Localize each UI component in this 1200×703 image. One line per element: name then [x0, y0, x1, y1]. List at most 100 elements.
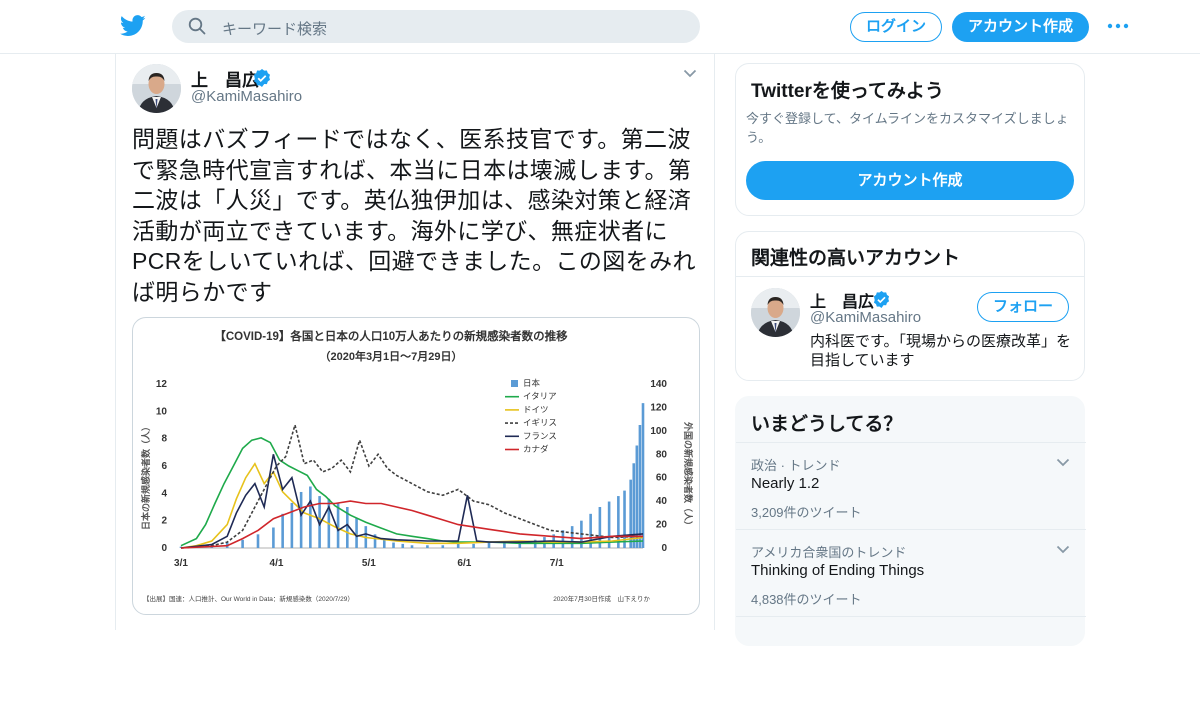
- chevron-down-icon[interactable]: [1056, 457, 1070, 467]
- trend-name[interactable]: Nearly 1.2: [751, 475, 819, 492]
- right-tick-label: 140: [650, 379, 667, 390]
- avatar[interactable]: [751, 288, 800, 337]
- right-tick-label: 0: [661, 543, 667, 554]
- x-tick-label: 6/1: [457, 558, 471, 569]
- related-account-handle[interactable]: @KamiMasahiro: [810, 309, 921, 326]
- trend-item[interactable]: アメリカ合衆国のトレンド Thinking of Ending Things 4…: [736, 529, 1086, 616]
- top-navigation-bar: キーワード検索 ログイン アカウント作成: [0, 0, 1200, 54]
- related-card-title: 関連性の高いアカウント: [751, 248, 961, 269]
- left-tick-label: 4: [161, 488, 167, 499]
- bar-japan: [487, 542, 491, 548]
- try-card-description: 今すぐ登録して、タイムラインをカスタマイズしましょう。: [746, 111, 1069, 145]
- search-input-placeholder[interactable]: キーワード検索: [222, 18, 327, 39]
- more-dots-icon[interactable]: [1106, 20, 1130, 32]
- bar-japan: [410, 545, 414, 548]
- legend-label: フランス: [523, 431, 557, 441]
- chart-source: 【出展】国連：人口推計、Our World in Data：新規感染数（2020…: [143, 594, 354, 603]
- search-icon: [188, 17, 206, 35]
- legend-label: ドイツ: [523, 404, 549, 414]
- create-account-button[interactable]: アカウント作成: [746, 161, 1074, 200]
- line-series-イタリア: [180, 437, 644, 547]
- left-axis-label: 日本の新規感染者数（人）: [140, 422, 151, 530]
- trend-context: アメリカ合衆国のトレンド: [751, 545, 907, 560]
- chevron-down-icon[interactable]: [1056, 544, 1070, 554]
- person-photo-icon: [751, 288, 800, 337]
- person-photo-icon: [132, 64, 181, 113]
- bar-japan: [256, 534, 260, 548]
- left-tick-label: 8: [161, 434, 167, 445]
- x-tick-label: 7/1: [550, 558, 564, 569]
- bar-japan: [561, 530, 565, 548]
- trend-item[interactable]: [736, 616, 1086, 703]
- bar-japan: [336, 502, 340, 548]
- bar-japan: [355, 517, 358, 548]
- bar-japan: [309, 486, 312, 548]
- legend-label: 日本: [523, 378, 541, 388]
- bar-japan: [441, 545, 445, 548]
- x-tick-label: 5/1: [362, 558, 376, 569]
- chevron-down-icon[interactable]: [683, 68, 697, 78]
- x-tick-label: 3/1: [174, 558, 188, 569]
- verified-badge-icon: [254, 69, 270, 87]
- bar-japan: [456, 543, 460, 548]
- bar-japan: [426, 545, 429, 548]
- trends-card-title: いまどうしてる？: [751, 414, 903, 435]
- search-box[interactable]: キーワード検索: [172, 10, 700, 43]
- bar-japan: [635, 445, 639, 548]
- left-tick-label: 10: [156, 406, 168, 417]
- right-tick-label: 100: [650, 426, 667, 437]
- bar-japan: [281, 513, 284, 548]
- right-tick-label: 80: [656, 449, 668, 460]
- bar-japan: [272, 527, 275, 548]
- left-tick-label: 6: [161, 461, 167, 472]
- trend-name[interactable]: Thinking of Ending Things: [751, 562, 924, 579]
- tweet-media-chart[interactable]: 【COVID-19】各国と日本の人口10万人あたりの新規感染者数の推移 （202…: [132, 317, 700, 615]
- bar-japan: [382, 539, 386, 548]
- left-tick-label: 12: [156, 379, 168, 390]
- avatar[interactable]: [132, 64, 181, 113]
- related-account-bio: 内科医です。「現場からの医療改革」を目指しています: [810, 333, 1072, 369]
- bar-japan: [629, 479, 632, 548]
- login-button[interactable]: ログイン: [850, 12, 942, 42]
- try-card-title: Twitterを使ってみよう: [751, 81, 944, 102]
- right-tick-label: 60: [656, 473, 668, 484]
- related-accounts-card: 関連性の高いアカウント 上 昌広 @KamiMasahiro フォロー 内科医で…: [735, 231, 1085, 381]
- follow-button[interactable]: フォロー: [977, 292, 1069, 322]
- left-tick-label: 2: [161, 516, 167, 527]
- right-axis-label: 外国の新規感染者数（人）: [683, 421, 694, 530]
- chart-title: 【COVID-19】各国と日本の人口10万人あたりの新規感染者数の推移: [214, 329, 568, 343]
- right-tick-label: 40: [656, 496, 668, 507]
- line-series-イギリス: [180, 421, 644, 549]
- signup-button[interactable]: アカウント作成: [952, 12, 1089, 42]
- chart-subtitle: （2020年3月1日～7月29日）: [319, 349, 462, 363]
- x-tick-label: 4/1: [270, 558, 284, 569]
- bar-japan: [472, 543, 475, 548]
- trend-tweet-count: 4,838件のツイート: [751, 592, 862, 607]
- bar-japan: [641, 403, 645, 548]
- chart-credit: 2020年7月30日作成 山下えりか: [553, 594, 650, 603]
- covid-chart: 【COVID-19】各国と日本の人口10万人あたりの新規感染者数の推移 （202…: [140, 329, 694, 603]
- right-tick-label: 120: [650, 402, 667, 413]
- verified-badge-icon: [873, 291, 890, 308]
- bar-japan: [638, 425, 642, 548]
- divider: [736, 276, 1084, 277]
- left-tick-label: 0: [161, 543, 167, 554]
- twitter-bird-icon[interactable]: [120, 14, 146, 38]
- trend-tweet-count: 3,209件のツイート: [751, 505, 862, 520]
- legend-swatch-japan: [511, 380, 518, 387]
- legend-label: カナダ: [523, 444, 549, 454]
- try-twitter-card: Twitterを使ってみよう 今すぐ登録して、タイムラインをカスタマイズしましょ…: [735, 63, 1085, 216]
- legend-label: イギリス: [523, 418, 557, 428]
- trend-item[interactable]: 政治 · トレンド Nearly 1.2 3,209件のツイート: [736, 442, 1086, 529]
- tweet-column: 上 昌広 @KamiMasahiro 問題はバズフィードではなく、医系技官です。…: [115, 54, 715, 630]
- bar-japan: [290, 502, 294, 548]
- bar-japan: [392, 542, 395, 548]
- bar-japan: [401, 543, 405, 548]
- trends-card: いまどうしてる？ 政治 · トレンド Nearly 1.2 3,209件のツイー…: [735, 396, 1086, 646]
- tweet-author-handle[interactable]: @KamiMasahiro: [191, 88, 302, 105]
- trend-context: 政治 · トレンド: [751, 458, 841, 473]
- legend-label: イタリア: [523, 391, 557, 401]
- tweet-text: 問題はバズフィードではなく、医系技官です。第二波で緊急時代宣言すれば、本当に日本…: [132, 126, 696, 305]
- bar-japan: [299, 491, 303, 548]
- right-tick-label: 20: [656, 520, 668, 531]
